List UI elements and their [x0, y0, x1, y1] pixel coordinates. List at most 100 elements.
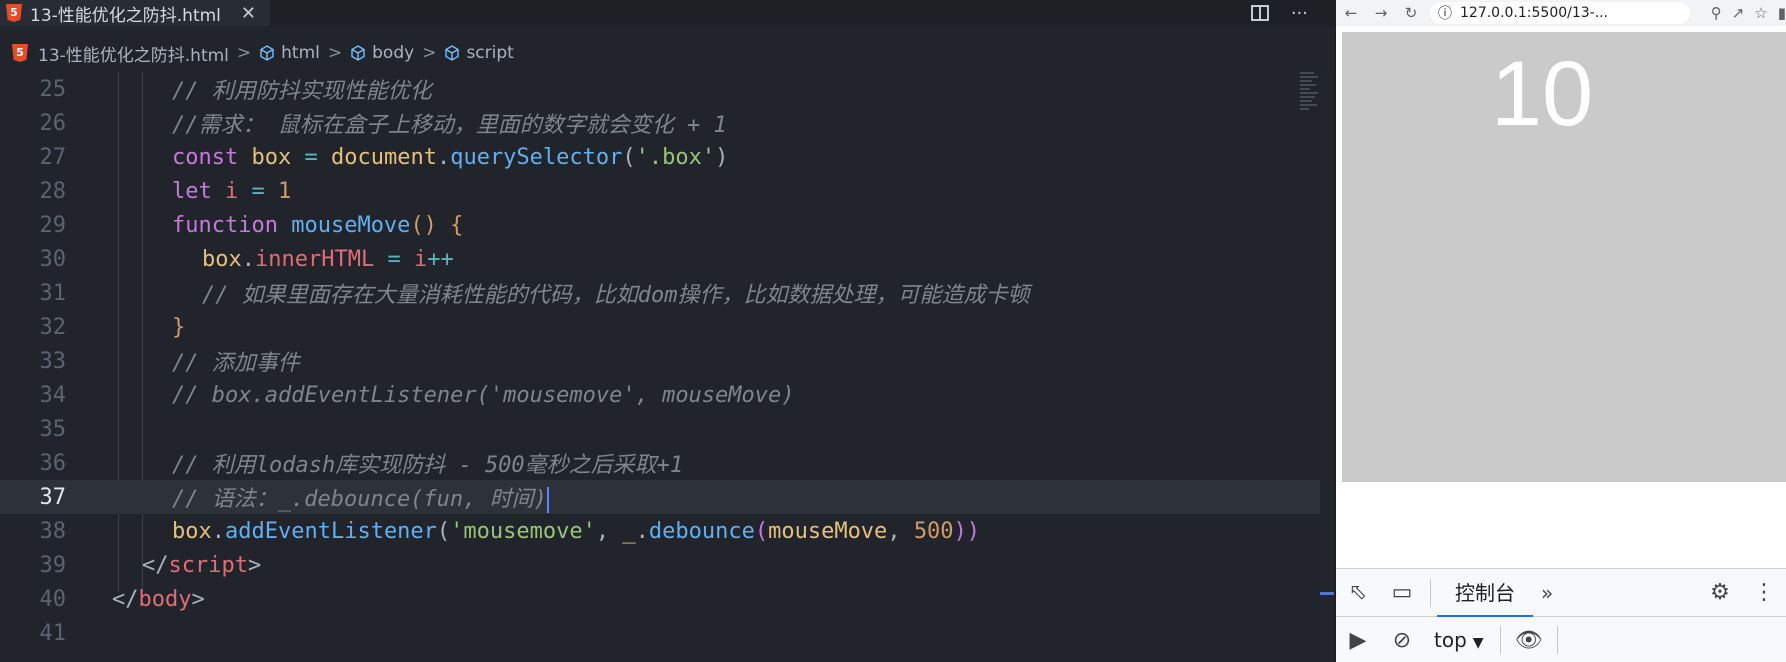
- reload-icon[interactable]: ↻: [1396, 4, 1426, 22]
- line-number: 37: [39, 484, 67, 510]
- vertical-scrollbar[interactable]: [1320, 72, 1334, 662]
- line-number: 41: [39, 620, 67, 646]
- code-line: 39 </script>: [0, 548, 1320, 582]
- tab-title: 13-性能优化之防抖.html: [30, 5, 221, 26]
- address-bar[interactable]: ⓘ 127.0.0.1:5500/13-...: [1430, 2, 1690, 24]
- line-number: 40: [39, 586, 67, 612]
- breadcrumb-html[interactable]: html: [281, 43, 320, 63]
- identifier: i: [413, 246, 428, 272]
- breadcrumb-body[interactable]: body: [372, 43, 414, 63]
- editor-tab-bar: 5 13-性能优化之防抖.html ✕ ···: [0, 0, 1334, 26]
- url-text: 127.0.0.1:5500/13-...: [1460, 5, 1609, 21]
- line-number: 29: [39, 212, 67, 238]
- function-name: querySelector: [450, 144, 623, 170]
- context-select[interactable]: top ▼: [1424, 628, 1494, 652]
- gear-icon[interactable]: ⚙: [1698, 580, 1742, 605]
- punctuation: ): [715, 144, 729, 170]
- identifier: _: [622, 518, 636, 544]
- identifier: box: [251, 144, 292, 170]
- breadcrumb-file[interactable]: 13-性能优化之防抖.html: [38, 41, 229, 66]
- info-icon[interactable]: ⓘ: [1438, 3, 1452, 23]
- tab-console[interactable]: 控制台: [1437, 569, 1533, 617]
- function-name: mouseMove: [291, 212, 411, 238]
- property: innerHTML: [255, 246, 375, 272]
- punctuation: .: [436, 144, 451, 170]
- keyword: const: [172, 144, 239, 170]
- share-icon[interactable]: ↗: [1732, 4, 1745, 22]
- comment: // 添加事件: [172, 351, 300, 376]
- minimap[interactable]: [1300, 72, 1320, 152]
- html5-file-icon: 5: [6, 4, 22, 22]
- function-name: addEventListener: [225, 518, 437, 544]
- editor-tab-active[interactable]: 5 13-性能优化之防抖.html ✕: [0, 0, 270, 26]
- browser-window: ← → ↻ ⓘ 127.0.0.1:5500/13-... ⚲ ↗ ☆ ▮ 10…: [1336, 0, 1786, 662]
- punctuation: ,: [887, 518, 914, 544]
- punctuation: </: [112, 586, 139, 612]
- comment: // 利用防抖实现性能优化: [172, 79, 432, 104]
- divider: [1499, 626, 1501, 654]
- code-line: 35: [0, 412, 1320, 446]
- identifier: mouseMove: [768, 518, 888, 544]
- close-icon[interactable]: ✕: [241, 3, 256, 24]
- back-arrow-icon[interactable]: ←: [1336, 4, 1366, 22]
- comment: // box.addEventListener('mousemove', mou…: [172, 382, 795, 408]
- clear-console-icon[interactable]: ⊘: [1380, 628, 1424, 653]
- forward-arrow-icon[interactable]: →: [1366, 4, 1396, 22]
- sidebar-icon[interactable]: ▮: [1778, 4, 1786, 22]
- number-literal: 1: [278, 178, 292, 204]
- identifier: box: [172, 518, 212, 544]
- string-literal: '.box': [635, 144, 716, 170]
- code-area[interactable]: 25 // 利用防抖实现性能优化 26 //需求： 鼠标在盒子上移动，里面的数字就会…: [0, 72, 1320, 662]
- line-number: 33: [39, 348, 67, 374]
- html-tag: script: [168, 552, 248, 578]
- punctuation: >: [247, 552, 262, 578]
- identifier: i: [225, 178, 239, 204]
- punctuation: (: [754, 518, 769, 544]
- breadcrumb-separator: >: [236, 43, 252, 63]
- more-vert-icon[interactable]: ⋮: [1742, 580, 1786, 605]
- line-number: 31: [39, 280, 67, 306]
- line-number: 27: [39, 144, 67, 170]
- punctuation: )): [953, 518, 981, 544]
- operator: =: [374, 246, 414, 272]
- devtools-panel: ⬁ ▭ 控制台 » ⚙ ⋮ ▶ ⊘ top ▼ 👁: [1336, 568, 1786, 662]
- device-toolbar-icon[interactable]: ▭: [1380, 580, 1424, 605]
- line-number: 25: [39, 76, 67, 102]
- symbol-cube-icon: [259, 45, 275, 61]
- more-actions-icon[interactable]: ···: [1291, 3, 1308, 24]
- sidebar-toggle-icon[interactable]: ▶: [1336, 628, 1380, 653]
- identifier: document: [330, 144, 437, 170]
- comment: // 如果里面存在大量消耗性能的代码，比如dom操作，比如数据处理，可能造成卡顿: [202, 283, 1030, 308]
- box-element[interactable]: 10: [1342, 32, 1786, 482]
- comment: // 语法：_.debounce(fun, 时间): [172, 487, 547, 512]
- symbol-cube-icon: [444, 45, 460, 61]
- scroll-cursor-marker: [1320, 592, 1334, 595]
- identifier: box: [202, 246, 242, 272]
- zoom-icon[interactable]: ⚲: [1711, 4, 1722, 22]
- more-tabs-icon[interactable]: »: [1541, 581, 1553, 605]
- keyword: let: [172, 178, 212, 204]
- code-line: 36 // 利用lodash库实现防抖 - 500毫秒之后采取+1: [0, 446, 1320, 480]
- punctuation: ,: [595, 518, 623, 544]
- context-value: top: [1434, 628, 1467, 652]
- breadcrumb-separator: >: [422, 43, 437, 63]
- breadcrumb-script[interactable]: script: [466, 43, 513, 63]
- code-line: 29 function mouseMove() {: [0, 208, 1320, 242]
- string-literal: 'mousemove': [450, 518, 596, 544]
- punctuation: }: [172, 314, 186, 340]
- html-tag: body: [138, 586, 192, 612]
- inspect-element-icon[interactable]: ⬁: [1336, 580, 1380, 605]
- eye-icon[interactable]: 👁: [1507, 628, 1551, 653]
- code-line-current: 37 // 语法：_.debounce(fun, 时间): [0, 480, 1320, 514]
- breadcrumb-separator: >: [327, 43, 343, 63]
- star-icon[interactable]: ☆: [1754, 4, 1767, 22]
- code-line: 38 box.addEventListener('mousemove', _.de…: [0, 514, 1320, 548]
- chevron-down-icon: ▼: [1472, 635, 1484, 651]
- operator: =: [238, 178, 278, 204]
- operator: ++: [427, 246, 454, 272]
- code-line: 26 //需求： 鼠标在盒子上移动，里面的数字就会变化 + 1: [0, 106, 1320, 140]
- punctuation: >: [191, 586, 205, 612]
- punctuation: (: [436, 518, 451, 544]
- text-cursor: [546, 487, 549, 513]
- split-editor-icon[interactable]: [1250, 5, 1269, 21]
